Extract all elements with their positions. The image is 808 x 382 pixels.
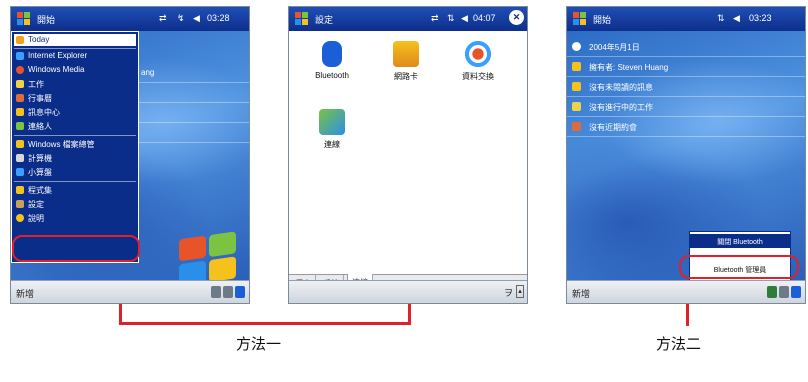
menu-separator [14, 48, 136, 49]
tray-icons [211, 286, 245, 298]
phone-today-bluetooth: 開始 ⇅ ◀ 03:23 2004年5月1日 擁有者: Steven Huang… [566, 6, 806, 304]
clock-icon [572, 42, 581, 51]
clock[interactable]: 03:28 [207, 13, 230, 23]
settings-beam[interactable]: 資料交換 [443, 41, 513, 82]
menu-item-inbox[interactable]: 訊息中心 [14, 106, 136, 118]
menu-item-tasks[interactable]: 工作 [14, 78, 136, 90]
window-title: 開始 [37, 15, 56, 25]
inbox-icon [16, 108, 24, 116]
signal-icon[interactable]: ↯ [177, 13, 185, 24]
connectivity-icon[interactable]: ⇄ [431, 13, 439, 24]
signal-icon[interactable]: ⇅ [447, 13, 455, 24]
menu-item-turn-off-bluetooth[interactable]: 關閉 Bluetooth [690, 234, 790, 248]
help-icon [16, 214, 24, 222]
beam-icon [465, 41, 491, 67]
bluetooth-icon[interactable] [235, 286, 245, 298]
clock[interactable]: 04:07 [473, 13, 496, 23]
today-date-row[interactable]: 2004年5月1日 [567, 37, 805, 57]
menu-separator [14, 135, 136, 136]
messages-icon [572, 82, 581, 91]
title-bar: 開始 ⇄ ↯ ◀ 03:28 [11, 7, 249, 31]
window-title: 設定 [315, 15, 334, 25]
menu-item-settings[interactable]: 設定 [14, 198, 136, 210]
tray-icons [767, 286, 801, 298]
connector-line [119, 304, 122, 324]
connector-line [119, 322, 411, 325]
signal-icon[interactable]: ⇅ [717, 13, 725, 24]
bluetooth-icon[interactable] [791, 286, 801, 298]
settings-icon [16, 200, 24, 208]
settings-network-card[interactable]: 網路卡 [371, 41, 441, 82]
volume-icon[interactable]: ◀ [193, 13, 200, 24]
start-flag-icon[interactable] [571, 10, 589, 28]
connections-icon [319, 109, 345, 135]
menu-item-calculator[interactable]: 計算機 [14, 152, 136, 164]
title-bar: 設定 ⇄ ⇅ ◀ 04:07 ✕ [289, 7, 527, 31]
menu-item-help[interactable]: 說明 [14, 212, 136, 224]
calculator-icon [16, 154, 24, 162]
keyboard-icon[interactable] [779, 286, 789, 298]
highlight-ring-settings [12, 235, 140, 262]
calendar-icon [16, 94, 24, 102]
command-bar: 新增 [11, 280, 249, 303]
today-owner-row[interactable]: 擁有者: Steven Huang [567, 57, 805, 77]
internet-explorer-icon [16, 52, 24, 60]
battery-icon[interactable] [211, 286, 221, 298]
today-appointments-row[interactable]: 沒有近期約會 [567, 117, 805, 137]
start-flag-icon[interactable] [293, 10, 311, 28]
new-softkey[interactable]: 新增 [16, 287, 34, 300]
owner-icon [572, 62, 581, 71]
connectivity-icon[interactable]: ⇄ [159, 13, 167, 24]
connector-line [686, 304, 689, 326]
network-card-icon [393, 41, 419, 67]
today-icon [16, 36, 24, 44]
keyboard-icon[interactable] [223, 286, 233, 298]
window-title: 開始 [593, 15, 612, 25]
menu-item-abacus[interactable]: 小算盤 [14, 166, 136, 178]
highlight-ring-bluetooth-manager [679, 255, 799, 279]
menu-item-calendar[interactable]: 行事曆 [14, 92, 136, 104]
menu-separator [14, 181, 136, 182]
phone-settings-connections: 設定 ⇄ ⇅ ◀ 04:07 ✕ Bluetooth 網路卡 資料交換 連線 個… [288, 6, 528, 304]
command-bar: 新增 [567, 280, 805, 303]
network-icon[interactable] [767, 286, 777, 298]
connections-panel: Bluetooth 網路卡 資料交換 連線 [289, 31, 527, 274]
menu-item-internet-explorer[interactable]: Internet Explorer [14, 50, 136, 62]
windows-media-icon [16, 66, 24, 74]
new-softkey[interactable]: 新增 [572, 287, 590, 300]
tasks-icon [572, 102, 581, 111]
start-menu: Today Internet Explorer Windows Media 工作… [11, 31, 139, 263]
abacus-icon [16, 168, 24, 176]
today-owner-fragment: ang [141, 68, 155, 77]
menu-item-file-explorer[interactable]: Windows 檔案總管 [14, 138, 136, 150]
volume-icon[interactable]: ◀ [733, 13, 740, 24]
contacts-icon [16, 122, 24, 130]
caption-method-two: 方法二 [656, 335, 702, 353]
volume-icon[interactable]: ◀ [461, 13, 468, 24]
today-messages-row[interactable]: 沒有未閱讀的訊息 [567, 77, 805, 97]
start-flag-icon[interactable] [15, 10, 33, 28]
menu-item-windows-media[interactable]: Windows Media [14, 64, 136, 76]
input-method-icon[interactable]: ヲ [504, 286, 513, 299]
settings-connections[interactable]: 連線 [297, 109, 367, 150]
bluetooth-icon [322, 41, 342, 67]
programs-folder-icon [16, 186, 24, 194]
menu-item-today[interactable]: Today [14, 34, 136, 46]
caption-method-one: 方法一 [236, 335, 282, 353]
today-tasks-row[interactable]: 沒有進行中的工作 [567, 97, 805, 117]
phone-start-menu: ang 開始 ⇄ ↯ ◀ 03:28 Today Internet Explor… [10, 6, 250, 304]
clock[interactable]: 03:23 [749, 13, 772, 23]
connector-line [408, 304, 411, 324]
menu-item-programs[interactable]: 程式集 [14, 184, 136, 196]
menu-item-contacts[interactable]: 連絡人 [14, 120, 136, 132]
title-bar: 開始 ⇅ ◀ 03:23 [567, 7, 805, 31]
tasks-icon [16, 80, 24, 88]
settings-bluetooth[interactable]: Bluetooth [297, 41, 367, 80]
folder-icon [16, 140, 24, 148]
close-icon[interactable]: ✕ [509, 10, 524, 25]
command-bar: ヲ ▴ [289, 280, 527, 303]
calendar-icon [572, 122, 581, 131]
input-panel-arrow-icon[interactable]: ▴ [516, 285, 524, 298]
